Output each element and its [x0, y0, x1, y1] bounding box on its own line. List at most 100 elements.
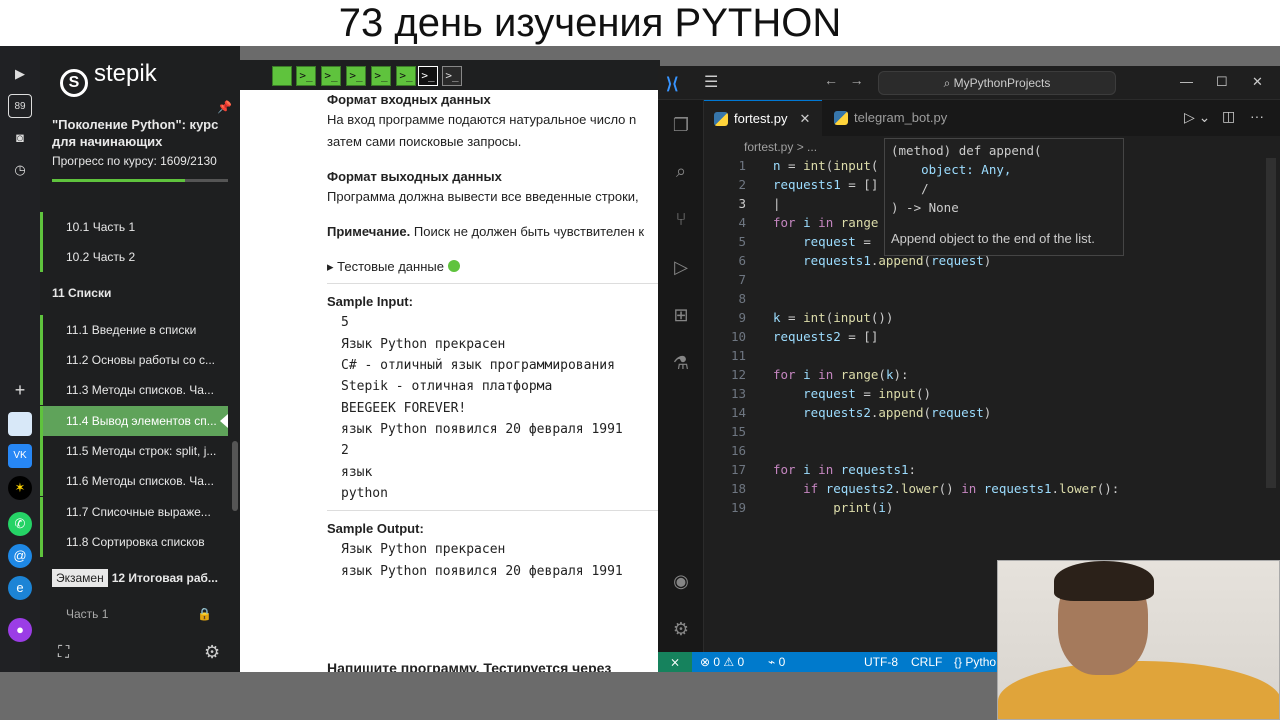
- step-button[interactable]: >_: [442, 66, 462, 86]
- stepik-logo[interactable]: Sstepik: [60, 60, 157, 97]
- sidebar-item[interactable]: 11.6 Методы списков. Ча...: [40, 466, 228, 496]
- more-actions-icon[interactable]: ···: [1250, 108, 1264, 124]
- code-line: |: [773, 196, 781, 211]
- assistant-icon[interactable]: ●: [8, 618, 32, 642]
- remote-icon[interactable]: ⨯: [658, 652, 692, 672]
- encoding-status[interactable]: UTF-8: [864, 652, 898, 672]
- back-forward-icons[interactable]: ← →: [824, 72, 864, 88]
- step-button[interactable]: >_: [346, 66, 366, 86]
- line-number: 15: [730, 424, 746, 439]
- sidebar-item-locked[interactable]: Часть 1 🔒: [40, 599, 228, 629]
- sidebar-item[interactable]: 11.7 Списочные выраже...: [40, 497, 228, 527]
- maximize-icon[interactable]: ☐: [1216, 74, 1228, 90]
- video-title: 73 день изучения PYTHON: [338, 1, 842, 45]
- sidebar-item[interactable]: 11.3 Методы списков. Ча...: [40, 375, 228, 405]
- sidebar-item[interactable]: 11.1 Введение в списки: [40, 315, 228, 345]
- account-icon[interactable]: ◉: [670, 570, 692, 592]
- explorer-icon[interactable]: ❐: [670, 114, 692, 136]
- course-progress-fill: [52, 179, 185, 182]
- language-status[interactable]: {} Pytho: [954, 652, 996, 672]
- gear-icon[interactable]: ⚙: [204, 642, 220, 663]
- line-number: 19: [730, 500, 746, 515]
- sidebar-item[interactable]: 11.2 Основы работы со с...: [40, 345, 228, 375]
- sidebar-item[interactable]: 10.1 Часть 1: [40, 212, 228, 242]
- fullscreen-icon[interactable]: ⛶: [58, 644, 69, 662]
- browser-sidebar: ▶ 89 ◙ ◷ + VK ✶ ✆ @ e ●: [0, 46, 40, 672]
- extensions-icon[interactable]: ⊞: [670, 304, 692, 326]
- sidebar-item[interactable]: 10.2 Часть 2: [40, 242, 228, 272]
- badge-icon[interactable]: 89: [8, 94, 32, 118]
- hover-signature-line: (method) def append(: [891, 143, 1042, 158]
- ports-status[interactable]: ⌁ 0: [768, 652, 785, 672]
- tab-fortest[interactable]: fortest.py ✕: [704, 100, 822, 136]
- add-icon[interactable]: +: [8, 378, 32, 402]
- whatsapp-icon[interactable]: ✆: [8, 512, 32, 536]
- python-file-icon: [834, 111, 848, 125]
- step-button[interactable]: [272, 66, 292, 86]
- line-number: 1: [738, 158, 746, 173]
- course-title[interactable]: "Поколение Python": курс для начинающих: [52, 116, 222, 150]
- sidebar-item[interactable]: 11.5 Методы строк: split, j...: [40, 436, 228, 466]
- step-button-current[interactable]: >_: [418, 66, 438, 86]
- line-number: 3: [738, 196, 746, 211]
- step-button[interactable]: >_: [396, 66, 416, 86]
- tab-label: telegram_bot.py: [854, 110, 948, 125]
- close-tab-icon[interactable]: ✕: [799, 111, 810, 126]
- run-debug-icon[interactable]: ▷: [670, 256, 692, 278]
- divider: [327, 283, 660, 284]
- line-number: 7: [738, 272, 746, 287]
- sidebar-scrollbar[interactable]: [232, 441, 238, 511]
- source-control-icon[interactable]: ⑂: [670, 208, 692, 230]
- command-search-input[interactable]: ⌕ MyPythonProjects: [878, 71, 1116, 95]
- sample-input-line: C# - отличный язык программирования: [341, 358, 615, 373]
- note: Примечание. Поиск не должен быть чувстви…: [327, 224, 644, 239]
- run-icon[interactable]: ▷ ⌄: [1184, 109, 1210, 126]
- editor-scrollbar[interactable]: [1266, 158, 1276, 488]
- sidebar-section-exam[interactable]: Экзамен 12 Итоговая раб...: [40, 563, 228, 593]
- step-button[interactable]: >_: [321, 66, 341, 86]
- hover-tooltip: (method) def append( object: Any, / ) ->…: [884, 138, 1124, 256]
- vk-icon[interactable]: VK: [8, 444, 32, 468]
- input-format-line: затем сами поисковые запросы.: [327, 134, 522, 149]
- line-number: 6: [738, 253, 746, 268]
- tests-toggle[interactable]: ▸ Тестовые данные: [327, 259, 460, 275]
- code-line: requests2.append(request): [803, 405, 992, 420]
- course-sidebar: Sstepik 📌 "Поколение Python": курс для н…: [40, 46, 240, 672]
- sample-input-line: Stepik - отличная платформа: [341, 379, 553, 394]
- step-button[interactable]: >_: [296, 66, 316, 86]
- sidebar-item-label: Часть 1: [66, 607, 109, 621]
- sample-input-line: 5: [341, 315, 349, 330]
- sidebar-item-active[interactable]: 11.4 Вывод элементов сп...: [40, 406, 228, 436]
- camera-icon[interactable]: ◙: [8, 126, 32, 150]
- pin-icon[interactable]: 📌: [217, 100, 232, 114]
- minimize-icon[interactable]: —: [1180, 74, 1193, 89]
- line-number: 17: [730, 462, 746, 477]
- line-number: 13: [730, 386, 746, 401]
- step-button[interactable]: >_: [371, 66, 391, 86]
- lesson-content: Формат входных данных На вход программе …: [240, 90, 660, 672]
- hamburger-menu-icon[interactable]: ☰: [704, 72, 718, 92]
- sidebar-section[interactable]: 11 Списки: [40, 278, 228, 308]
- sidebar-item[interactable]: 11.8 Сортировка списков: [40, 527, 228, 557]
- code-line: n = int(input(: [773, 158, 879, 173]
- testing-icon[interactable]: ⚗: [670, 352, 692, 374]
- sample-input-title: Sample Input:: [327, 294, 413, 309]
- eol-status[interactable]: CRLF: [911, 652, 942, 672]
- star-icon[interactable]: ✶: [8, 476, 32, 500]
- webcam-person-shirt: [998, 661, 1279, 719]
- split-editor-icon[interactable]: ◫: [1222, 108, 1235, 125]
- code-line: for i in range(k):: [773, 367, 909, 382]
- search-icon[interactable]: ⌕: [670, 160, 692, 182]
- tab-telegram-bot[interactable]: telegram_bot.py: [824, 100, 964, 136]
- divider: [327, 510, 660, 511]
- mail-icon[interactable]: @: [8, 544, 32, 568]
- manage-gear-icon[interactable]: ⚙: [670, 618, 692, 640]
- close-icon[interactable]: ✕: [1252, 74, 1263, 90]
- code-line: k = int(input()): [773, 310, 894, 325]
- next-task-text: Напишите программу. Тестируется через: [327, 660, 612, 672]
- problems-status[interactable]: ⊗ 0 ⚠ 0: [700, 652, 744, 672]
- play-icon[interactable]: ▶: [8, 62, 32, 86]
- clock-icon[interactable]: ◷: [8, 158, 32, 182]
- app-icon[interactable]: [8, 412, 32, 436]
- edge-icon[interactable]: e: [8, 576, 32, 600]
